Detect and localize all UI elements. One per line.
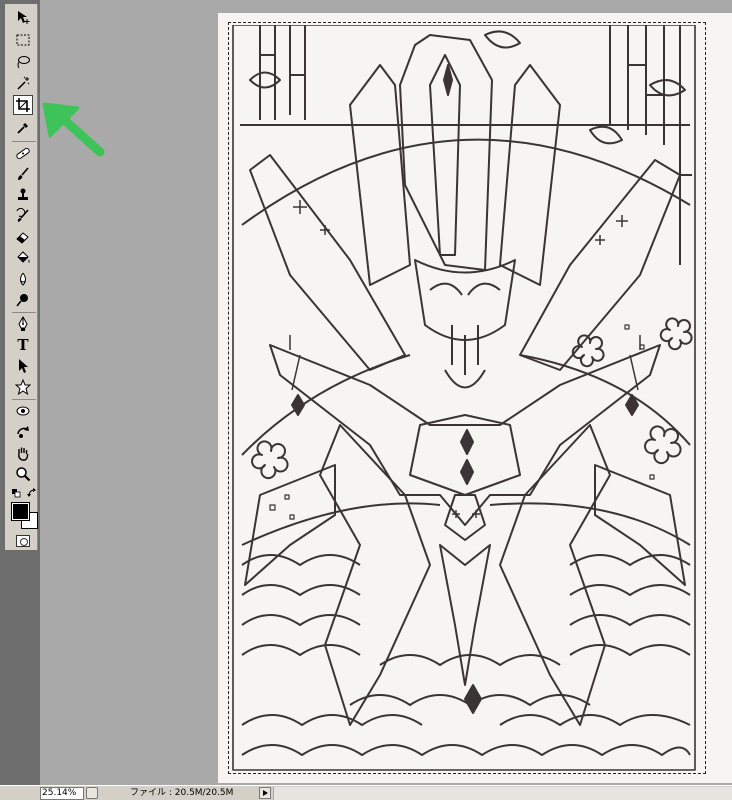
file-size-info: ファイル : 20.5M/20.5M xyxy=(130,788,234,798)
history-brush-tool[interactable] xyxy=(14,207,32,225)
type-icon: T xyxy=(17,336,29,354)
tool-separator xyxy=(12,141,36,142)
dodge-icon xyxy=(16,294,28,307)
brush-icon xyxy=(18,167,29,180)
dodge-tool[interactable] xyxy=(14,291,32,309)
eraser-icon xyxy=(16,232,29,244)
selection-marquee[interactable] xyxy=(228,22,706,774)
rect-marquee-icon xyxy=(16,34,30,46)
eyedropper-icon xyxy=(17,123,28,134)
zoom-level-field[interactable]: 25.14% xyxy=(40,787,84,800)
blur-tool[interactable] xyxy=(14,270,32,288)
move-icon xyxy=(18,11,30,24)
stamp-icon xyxy=(18,188,28,200)
swap-colors-icon[interactable] xyxy=(27,488,37,498)
pen-tool[interactable] xyxy=(14,315,32,333)
tools-panel-body: T xyxy=(5,4,38,550)
status-bar: 25.14% ファイル : 20.5M/20.5M xyxy=(0,785,732,800)
paint-bucket-tool[interactable] xyxy=(14,249,32,267)
crop-icon xyxy=(16,98,30,112)
tools-panel: T xyxy=(0,0,40,800)
bucket-icon xyxy=(17,251,30,263)
pen-icon xyxy=(18,316,28,331)
path-selection-tool[interactable] xyxy=(14,357,32,375)
foreground-color-swatch[interactable] xyxy=(11,502,30,521)
arrow-select-icon xyxy=(19,359,28,373)
navigator-icon[interactable] xyxy=(86,787,98,799)
tool-separator xyxy=(12,399,36,400)
move-tool[interactable] xyxy=(14,8,32,26)
magic-wand-tool[interactable] xyxy=(14,74,32,92)
lasso-tool[interactable] xyxy=(14,53,32,71)
tool-separator xyxy=(12,312,36,313)
rotate-icon xyxy=(17,426,29,438)
healing-brush-tool[interactable] xyxy=(14,144,32,162)
magic-wand-icon xyxy=(17,76,30,90)
notes-icon xyxy=(16,406,30,416)
type-tool[interactable]: T xyxy=(14,336,32,354)
horizontal-scrollbar[interactable] xyxy=(273,787,732,800)
brush-tool[interactable] xyxy=(14,165,32,183)
marquee-tool[interactable] xyxy=(14,31,32,49)
hand-icon xyxy=(18,447,29,461)
crop-tool[interactable] xyxy=(13,95,33,115)
eraser-tool[interactable] xyxy=(14,228,32,246)
annotation-arrow-icon xyxy=(42,102,105,157)
history-brush-icon xyxy=(16,208,29,222)
shape-tool[interactable] xyxy=(14,378,32,396)
rotate-view-tool[interactable] xyxy=(14,423,32,441)
clone-stamp-tool[interactable] xyxy=(14,186,32,204)
eyedropper-tool[interactable] xyxy=(14,119,32,137)
drop-icon xyxy=(20,272,26,286)
lasso-icon xyxy=(17,56,30,69)
notes-tool[interactable] xyxy=(14,402,32,420)
default-colors-icon[interactable] xyxy=(12,489,21,498)
star-shape-icon xyxy=(15,379,31,395)
bandage-icon xyxy=(16,147,30,160)
quick-mask-button[interactable] xyxy=(16,535,30,547)
hand-tool[interactable] xyxy=(14,444,32,462)
status-menu-arrow-icon[interactable] xyxy=(259,787,271,799)
zoom-tool[interactable] xyxy=(14,465,32,483)
zoom-icon xyxy=(16,467,31,482)
